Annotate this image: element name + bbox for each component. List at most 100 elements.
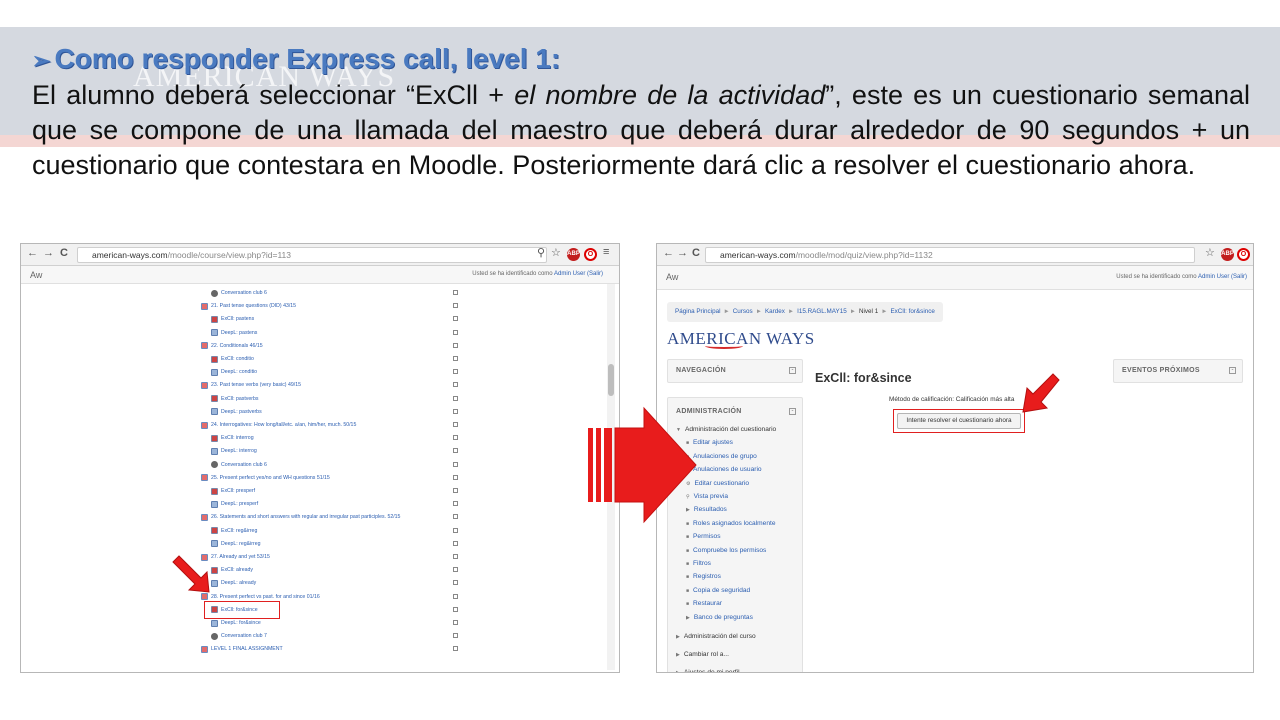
course-item-label[interactable]: 27. Already and yet 53/15 bbox=[211, 554, 270, 560]
course-list-item[interactable]: 22. Conditionals 46/15 bbox=[201, 341, 263, 351]
completion-checkbox[interactable] bbox=[453, 303, 458, 309]
course-item-label[interactable]: 28. Present perfect vs past. for and sin… bbox=[211, 594, 320, 600]
completion-checkbox[interactable] bbox=[453, 501, 458, 507]
course-list-item[interactable]: DeepL: conditio bbox=[211, 367, 257, 377]
collapse-icon[interactable]: - bbox=[789, 408, 796, 415]
completion-checkbox[interactable] bbox=[453, 329, 458, 335]
course-item-label[interactable]: DeepL: pastens bbox=[221, 330, 257, 336]
course-list-item[interactable]: ExCll: conditio bbox=[211, 354, 254, 364]
course-list-item[interactable]: ExCll: reg&irreg bbox=[211, 526, 257, 536]
admin-menu-item[interactable]: ■ Permisos bbox=[686, 533, 721, 540]
adblock-icon[interactable]: ABP bbox=[1221, 248, 1234, 261]
completion-checkbox[interactable] bbox=[453, 408, 458, 414]
menu-icon[interactable]: ≡ bbox=[603, 246, 609, 258]
course-item-label[interactable]: DeepL: reg&irreg bbox=[221, 541, 261, 547]
course-item-label[interactable]: ExCll: pastens bbox=[221, 316, 254, 322]
completion-checkbox[interactable] bbox=[453, 461, 458, 467]
back-icon[interactable]: ← bbox=[663, 247, 674, 259]
completion-checkbox[interactable] bbox=[453, 540, 458, 546]
admin-menu-item[interactable]: ■ Compruebe los permisos bbox=[686, 547, 766, 554]
completion-checkbox[interactable] bbox=[453, 290, 458, 295]
breadcrumb-item[interactable]: Nivel 1 bbox=[859, 308, 878, 315]
completion-checkbox[interactable] bbox=[453, 488, 458, 493]
course-item-label[interactable]: 25. Present perfect yes/no and WH questi… bbox=[211, 475, 330, 481]
forward-icon[interactable]: → bbox=[43, 247, 54, 259]
course-item-label[interactable]: ExCll: pastverbs bbox=[221, 396, 258, 402]
site-short-name[interactable]: Aw bbox=[30, 270, 42, 280]
course-item-label[interactable]: DeepL: already bbox=[221, 580, 256, 586]
course-item-label[interactable]: ExCll: already bbox=[221, 567, 253, 573]
admin-menu-item[interactable]: ■ Registros bbox=[686, 573, 721, 580]
completion-checkbox[interactable] bbox=[453, 342, 458, 348]
course-item-label[interactable]: ExCll: presperf bbox=[221, 488, 255, 494]
course-list-item[interactable]: DeepL: presperf bbox=[211, 499, 258, 509]
address-bar[interactable]: american-ways.com/moodle/course/view.php… bbox=[77, 247, 547, 263]
breadcrumb-item[interactable]: ExCll: for&since bbox=[890, 308, 934, 315]
back-icon[interactable]: ← bbox=[27, 247, 38, 259]
course-item-label[interactable]: ExCll: conditio bbox=[221, 356, 254, 362]
course-item-label[interactable]: DeepL: pastverbs bbox=[221, 409, 262, 415]
course-item-label[interactable]: Conversation club 6 bbox=[221, 290, 267, 296]
course-item-label[interactable]: 24. Interrogatives: How long/tall/etc. a… bbox=[211, 422, 356, 428]
admin-section-link[interactable]: ▶ Administración del curso bbox=[676, 633, 756, 640]
course-list-item[interactable]: Conversation club 7 bbox=[211, 631, 267, 641]
completion-checkbox[interactable] bbox=[453, 527, 458, 533]
course-list-item[interactable]: DeepL: interrog bbox=[211, 446, 257, 456]
completion-checkbox[interactable] bbox=[453, 474, 458, 480]
completion-checkbox[interactable] bbox=[453, 567, 458, 573]
admin-menu-item[interactable]: ■ Restaurar bbox=[686, 600, 722, 607]
course-list-item[interactable]: DeepL: pastverbs bbox=[211, 407, 262, 417]
course-item-label[interactable]: ExCll: reg&irreg bbox=[221, 528, 257, 534]
course-list-item[interactable]: 25. Present perfect yes/no and WH questi… bbox=[201, 473, 330, 483]
course-list-item[interactable]: ExCll: pastverbs bbox=[211, 394, 258, 404]
star-icon[interactable]: ☆ bbox=[551, 246, 561, 259]
admin-menu-item[interactable]: ■ Copia de seguridad bbox=[686, 587, 750, 594]
completion-checkbox[interactable] bbox=[453, 448, 458, 454]
course-item-label[interactable]: Conversation club 7 bbox=[221, 633, 267, 639]
course-list-item[interactable]: ExCll: presperf bbox=[211, 486, 255, 496]
course-item-label[interactable]: LEVEL 1 FINAL ASSIGNMENT bbox=[211, 646, 283, 652]
course-list-item[interactable]: DeepL: already bbox=[211, 578, 256, 588]
course-item-label[interactable]: DeepL: for&since bbox=[221, 620, 261, 626]
admin-menu-item[interactable]: ■ Filtros bbox=[686, 560, 711, 567]
completion-checkbox[interactable] bbox=[453, 356, 458, 361]
course-list-item[interactable]: DeepL: for&since bbox=[211, 618, 261, 628]
completion-checkbox[interactable] bbox=[453, 514, 458, 520]
adblock-icon[interactable]: ABP bbox=[567, 248, 580, 261]
course-list-item[interactable]: 26. Statements and short answers with re… bbox=[201, 512, 400, 522]
breadcrumb-item[interactable]: Página Principal bbox=[675, 308, 721, 315]
completion-checkbox[interactable] bbox=[453, 606, 458, 612]
collapse-icon[interactable]: - bbox=[789, 367, 796, 374]
course-list-item[interactable]: LEVEL 1 FINAL ASSIGNMENT bbox=[201, 644, 283, 654]
scrollbar-thumb[interactable] bbox=[608, 364, 614, 396]
address-bar[interactable]: american-ways.com/moodle/mod/quiz/view.p… bbox=[705, 247, 1195, 263]
navigation-block-title[interactable]: NAVEGACIÓN bbox=[676, 367, 726, 374]
completion-checkbox[interactable] bbox=[453, 369, 458, 375]
forward-icon[interactable]: → bbox=[677, 247, 688, 259]
course-list-item[interactable]: ExCll: pastens bbox=[211, 314, 254, 324]
completion-checkbox[interactable] bbox=[453, 435, 458, 441]
course-item-label[interactable]: 26. Statements and short answers with re… bbox=[211, 514, 400, 520]
course-list-item[interactable]: ExCll: already bbox=[211, 565, 253, 575]
collapse-icon[interactable]: - bbox=[1229, 367, 1236, 374]
reload-icon[interactable]: C bbox=[60, 247, 68, 259]
upcoming-events-title[interactable]: EVENTOS PRÓXIMOS bbox=[1122, 367, 1200, 374]
admin-section-link[interactable]: ▶ Ajustes de mi perfil bbox=[676, 669, 740, 672]
course-list-item[interactable]: Conversation club 6 bbox=[211, 288, 267, 298]
breadcrumb-item[interactable]: I15.RAGL.MAY15 bbox=[797, 308, 847, 315]
completion-checkbox[interactable] bbox=[453, 646, 458, 652]
login-user-link[interactable]: Admin User (Salir) bbox=[1198, 274, 1247, 280]
course-list-item[interactable]: DeepL: pastens bbox=[211, 328, 257, 338]
admin-menu-item[interactable]: ▶ Banco de preguntas bbox=[686, 614, 753, 621]
completion-checkbox[interactable] bbox=[453, 580, 458, 586]
star-icon[interactable]: ☆ bbox=[1205, 246, 1215, 259]
completion-checkbox[interactable] bbox=[453, 422, 458, 427]
search-icon[interactable]: ⚲ bbox=[537, 246, 545, 259]
course-list-item[interactable]: DeepL: reg&irreg bbox=[211, 539, 261, 549]
course-list-item[interactable]: Conversation club 6 bbox=[211, 460, 267, 470]
breadcrumb-item[interactable]: Kardex bbox=[765, 308, 785, 315]
course-item-label[interactable]: 21. Past tense questions (DID) 43/15 bbox=[211, 303, 296, 309]
course-list-item[interactable]: ExCll: interrog bbox=[211, 433, 254, 443]
breadcrumb-item[interactable]: Cursos bbox=[733, 308, 753, 315]
course-list-item[interactable]: 23. Past tense verbs (very basic) 49/15 bbox=[201, 380, 301, 390]
